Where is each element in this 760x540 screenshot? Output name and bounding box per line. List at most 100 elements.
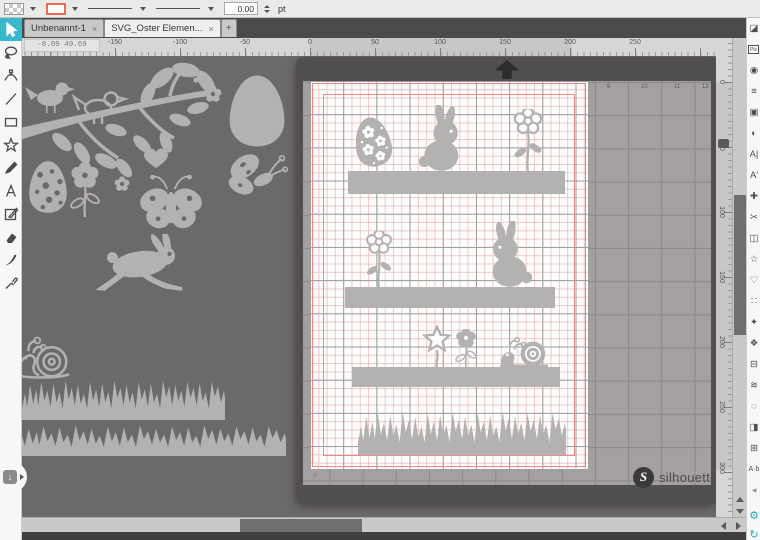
design-flower[interactable] [68, 162, 102, 218]
stipple-icon[interactable]: ∷ [747, 291, 760, 312]
design-snail-outline[interactable] [22, 324, 74, 382]
settings-gear-icon[interactable]: ⚙ [747, 505, 760, 526]
mat-copyright: © [313, 473, 317, 479]
design-canvas[interactable]: 9 10 11 12 [22, 56, 746, 517]
select-tool[interactable] [0, 18, 22, 41]
ruler-drag-marker[interactable] [718, 139, 729, 148]
weld-icon[interactable]: ◨ [747, 417, 760, 438]
pixscan-icon[interactable]: Pix [748, 45, 759, 54]
puzzle-icon[interactable]: ❖ [747, 333, 760, 354]
color-palette-icon[interactable]: ◉ [747, 60, 760, 81]
star-icon [3, 137, 19, 153]
shelf1-patterned-egg[interactable] [349, 110, 396, 174]
edit-points-tool[interactable] [0, 64, 22, 87]
mat-grid-surface: 9 10 11 12 [303, 81, 711, 485]
shelf-banner-2[interactable] [345, 287, 555, 308]
draw-rectangle-tool[interactable] [0, 110, 22, 133]
line-style-selector[interactable] [88, 3, 134, 15]
ruler-label: -150 [108, 39, 122, 46]
tab-svg-oster-elemente[interactable]: SVG_Oster Elemen... × [104, 19, 221, 37]
rhinestone-circle-icon[interactable]: ◌ [747, 396, 760, 417]
advanced-copy-icon[interactable]: ⊟ [747, 354, 760, 375]
tab-unbenannt-1[interactable]: Unbenannt-1 × [24, 19, 104, 37]
line-color-dropdown-icon[interactable] [72, 7, 78, 11]
warp-grid-icon[interactable]: ⊞ [747, 438, 760, 459]
eyedropper-tool[interactable] [0, 271, 22, 294]
stroke-width-stepper[interactable] [264, 5, 270, 13]
design-leaping-bunny[interactable] [94, 234, 186, 296]
ruler-major-ticks [22, 48, 746, 56]
tab-label: SVG_Oster Elemen... [111, 23, 202, 34]
tab-close-icon[interactable]: × [92, 24, 97, 34]
design-butterfly-side[interactable] [222, 148, 288, 200]
page-grass-strip[interactable] [358, 407, 566, 455]
shelf3-snail[interactable] [498, 331, 552, 368]
line-style-icon[interactable]: ≡ [747, 81, 760, 102]
flyout-expand-icon[interactable] [20, 474, 24, 480]
text-style-icon[interactable]: A| [747, 144, 760, 165]
tab-close-icon[interactable]: × [209, 24, 214, 34]
character-icon[interactable]: A′ [747, 165, 760, 186]
sync-icon[interactable]: ↻ [747, 524, 760, 540]
line-weight-dropdown-icon[interactable] [208, 7, 214, 11]
scroll-left-button[interactable] [716, 518, 730, 533]
trace-icon[interactable]: ◐ [747, 123, 760, 144]
shelf-banner-3[interactable] [352, 367, 560, 387]
eraser-tool[interactable] [0, 225, 22, 248]
text-tool[interactable] [0, 179, 22, 202]
glyphs-ab-icon[interactable]: A·b [747, 459, 760, 480]
design-butterfly-front[interactable] [134, 172, 208, 234]
collapse-panel-icon[interactable]: ◂ [747, 480, 760, 501]
shelf3-star-flower[interactable] [420, 325, 454, 368]
replicate-icon[interactable]: ◫ [747, 228, 760, 249]
shelf3-flower[interactable] [452, 329, 480, 368]
draw-line-tool[interactable] [0, 87, 22, 110]
fill-pattern-icon[interactable]: ▣ [747, 102, 760, 123]
knife-tool[interactable] [0, 248, 22, 271]
modify-icon[interactable]: ✂ [747, 207, 760, 228]
shelf1-bunny[interactable] [405, 105, 485, 172]
draw-polygon-tool[interactable] [0, 133, 22, 156]
fill-color-swatch[interactable] [4, 3, 24, 15]
scroll-up-button[interactable] [733, 493, 747, 505]
design-page[interactable] [310, 81, 588, 469]
quick-access-toolbar: 0.00 pt [0, 0, 760, 18]
horizontal-scrollbar-thumb[interactable] [240, 519, 362, 532]
ruler-label: 50 [371, 39, 379, 46]
offset-icon[interactable]: ☆ [747, 249, 760, 270]
hatch-fill-icon[interactable]: ≋ [747, 375, 760, 396]
lasso-select-tool[interactable] [0, 41, 22, 64]
shelf1-flower[interactable] [506, 109, 550, 172]
vertical-ruler: 0 50 100 150 200 250 300 [716, 38, 732, 517]
design-grass-strip-2[interactable] [22, 422, 286, 456]
silhouette-logo-text: silhouette [659, 470, 718, 485]
design-tiny-flower[interactable] [114, 176, 130, 192]
shelf2-bunny[interactable] [472, 221, 540, 288]
design-grass-strip-1[interactable] [22, 376, 225, 420]
line-weight-selector[interactable] [156, 3, 202, 15]
note-tool[interactable] [0, 202, 22, 225]
shelf-banner-1[interactable] [348, 171, 565, 194]
design-page-settings-icon[interactable]: ◪ [747, 18, 760, 39]
line-color-swatch[interactable] [46, 3, 66, 15]
scroll-right-button[interactable] [731, 518, 745, 533]
sketch-icon[interactable]: ♡ [747, 270, 760, 291]
scroll-down-button[interactable] [733, 505, 747, 517]
line-style-dropdown-icon[interactable] [140, 7, 146, 11]
mat-feed-arrow-icon [492, 60, 522, 79]
rhinestone-star-icon[interactable]: ✦ [747, 312, 760, 333]
vertical-scrollbar-thumb[interactable] [734, 195, 746, 335]
transform-icon[interactable]: ✚ [747, 186, 760, 207]
download-button[interactable]: ↓ [3, 470, 17, 484]
document-tab-bar: Unbenannt-1 × SVG_Oster Elemen... × + [22, 18, 746, 38]
new-tab-button[interactable]: + [221, 19, 237, 37]
vertical-scrollbar[interactable] [732, 38, 746, 517]
design-plain-egg[interactable] [228, 74, 286, 148]
shelf2-flower[interactable] [362, 231, 396, 288]
silhouette-logo-icon: S [633, 467, 654, 488]
horizontal-scrollbar[interactable] [22, 517, 746, 532]
freehand-draw-tool[interactable] [0, 156, 22, 179]
design-polka-dot-egg[interactable] [28, 160, 68, 214]
fill-color-dropdown-icon[interactable] [30, 7, 36, 11]
stroke-width-input[interactable]: 0.00 [224, 2, 258, 15]
